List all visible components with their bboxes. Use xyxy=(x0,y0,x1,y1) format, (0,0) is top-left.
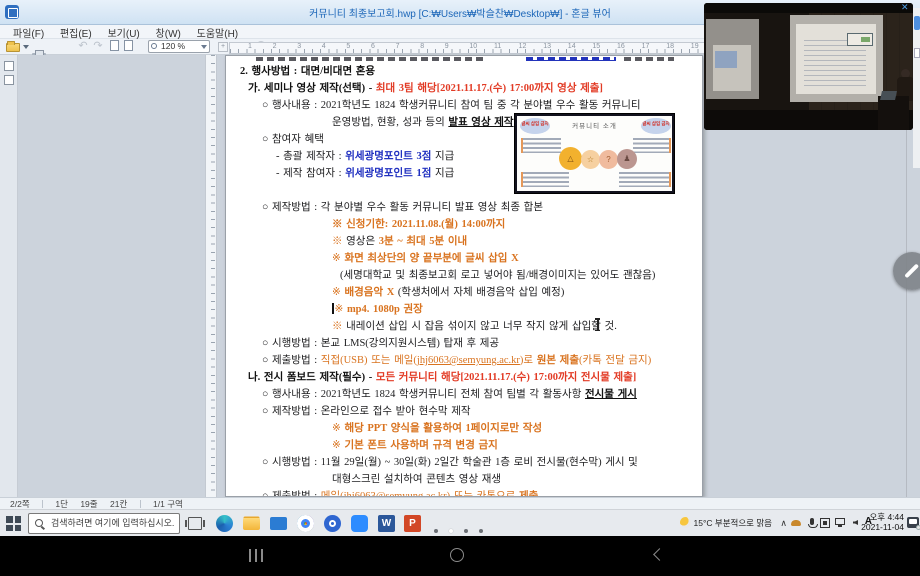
clipped-text-line xyxy=(226,56,703,63)
recents-button[interactable] xyxy=(249,549,265,562)
no-text-stamp-left: 글씨 삽입 금지 xyxy=(520,118,550,134)
doc-line: ○ 제작방법 : 온라인으로 접수 받아 현수막 제작 xyxy=(232,403,702,420)
task-view-icon[interactable] xyxy=(188,517,202,530)
menu-edit[interactable]: 편집(E) xyxy=(60,25,92,40)
mail-icon[interactable] xyxy=(270,517,287,530)
podium xyxy=(878,96,909,130)
text-caret xyxy=(332,303,334,314)
notification-icon[interactable] xyxy=(907,517,919,528)
status-bar: 2/2쪽 1단 19줄 21칸 1/1 구역 xyxy=(0,497,920,509)
projector-screen-center xyxy=(790,15,883,102)
panel-button[interactable] xyxy=(914,48,920,58)
blue-circle-app-icon[interactable] xyxy=(324,515,341,532)
slide-image: 커뮤니티 소개 글씨 삽입 금지 글씨 삽입 금지 △ ☆ ? ♟ xyxy=(514,113,675,194)
menu-window[interactable]: 창(W) xyxy=(156,25,181,40)
zoom-select[interactable]: 120 % xyxy=(148,40,210,53)
doc-line: ○ 행사내용 : 2021학년도 1824 학생커뮤니티 전체 참여 팀별 각 … xyxy=(232,386,702,403)
doc-line: ※ 배경음악 X (학생처에서 자체 배경음악 삽입 예정) xyxy=(232,284,702,301)
onedrive-icon[interactable] xyxy=(791,520,801,526)
doc-line: 가. 세미나 영상 제작(선택) - 최대 3팀 해당[2021.11.17.(… xyxy=(232,80,702,97)
doc-line: ○ 시행방법 : 본교 LMS(강의지원시스템) 탑재 후 제공 xyxy=(232,335,702,352)
doc-line: ※ 영상은 3분 ~ 최대 5분 이내 xyxy=(232,233,702,250)
redo-icon: ↷ xyxy=(91,40,105,53)
search-input[interactable]: 검색하려면 여기에 입력하십시오. xyxy=(28,513,180,534)
doc-line: (세명대학교 및 최종보고회 로고 넣어야 됨/배경이미지는 있어도 괜찮음) xyxy=(232,267,702,284)
slide-circle-3: ? xyxy=(599,150,618,169)
start-button[interactable] xyxy=(6,516,21,531)
panel-divider xyxy=(906,130,907,497)
search-icon xyxy=(35,519,43,527)
weather-widget[interactable]: 15°C 부분적으로 맑음 xyxy=(680,517,772,529)
android-nav-bar xyxy=(0,536,920,576)
page-outline-icon[interactable] xyxy=(124,40,133,51)
capture-icon[interactable] xyxy=(820,518,830,528)
zoom-value: 120 % xyxy=(161,41,185,51)
doc-line: ※ 내레이션 삽입 시 잡음 섞이지 않고 너무 작지 않게 삽입할 것. xyxy=(232,318,702,335)
open-dropdown-icon[interactable] xyxy=(23,45,29,49)
doc-line: ○ 행사내용 : 2021학년도 1824 학생커뮤니티 참여 팀 중 각 분야… xyxy=(232,97,702,114)
ruler-corner-button[interactable]: + xyxy=(218,42,228,52)
home-button[interactable] xyxy=(450,548,464,562)
slide-textblock xyxy=(521,138,561,153)
chrome-icon[interactable] xyxy=(297,515,314,532)
doc-line: 대형스크린 설치하여 콘텐츠 영상 재생 xyxy=(232,471,702,488)
weather-icon xyxy=(680,517,691,528)
no-text-stamp-right: 글씨 삽입 금지 xyxy=(641,118,671,134)
close-icon[interactable]: ✕ xyxy=(901,2,909,13)
doc-line: ※ 신청기한: 2021.11.08.(월) 14:00까지 xyxy=(232,216,702,233)
file-explorer-icon[interactable] xyxy=(243,518,260,530)
doc-line: ※ 해당 PPT 양식을 활용하여 1페이지로만 작성 xyxy=(232,420,702,437)
panel-app-icon[interactable] xyxy=(914,16,920,30)
bookmark-pane-icon[interactable] xyxy=(4,75,14,85)
doc-line: 나. 전시 폼보드 제작(필수) - 모든 커뮤니티 해당[2021.11.17… xyxy=(232,369,702,386)
doc-line: 2. 행사방법 : 대면/비대면 혼용 xyxy=(232,63,702,80)
menu-view[interactable]: 보기(U) xyxy=(107,25,139,40)
zoom-icon[interactable] xyxy=(351,515,368,532)
menu-file[interactable]: 파일(F) xyxy=(13,25,44,40)
doc-line: ○ 제출방법 : 메일(jhj6063@semyung.ac.kr) 또는 카톡… xyxy=(232,488,702,497)
doc-line: ○ 제출방법 : 직접(USB) 또는 메일(jhj6063@semyung.a… xyxy=(232,352,702,369)
tray-expand-icon[interactable]: ∧ xyxy=(780,518,787,529)
doc-line: ※ 기본 폰트 사용하며 규격 변경 금지 xyxy=(232,437,702,454)
projector-screen-left xyxy=(706,19,759,99)
back-button[interactable] xyxy=(653,548,666,561)
zoom-magnifier-icon xyxy=(151,43,157,49)
side-panel-strip xyxy=(913,8,920,168)
desktop: 커뮤니티 최종보고회.hwp [C:₩Users₩박슬찬₩Desktop₩] -… xyxy=(0,0,920,576)
webcam-video-overlay[interactable] xyxy=(704,3,913,130)
zoom-dropdown-icon[interactable] xyxy=(201,45,207,49)
document-page[interactable]: 2. 행사방법 : 대면/비대면 혼용가. 세미나 영상 제작(선택) - 최대… xyxy=(225,55,703,497)
slide-textblock xyxy=(521,172,569,187)
volume-icon[interactable] xyxy=(853,520,858,525)
open-file-icon[interactable] xyxy=(6,43,20,52)
microphone-icon[interactable] xyxy=(810,518,814,525)
mouse-cursor xyxy=(594,318,601,331)
doc-line: ※ 화면 최상단의 양 끝부분에 글씨 삽입 X xyxy=(232,250,702,267)
doc-line: ○ 시행방법 : 11월 29일(월) ~ 30일(화) 2일간 학술관 1층 … xyxy=(232,454,702,471)
thumbnail-pane-icon[interactable] xyxy=(4,61,14,71)
search-placeholder: 검색하려면 여기에 입력하십시오. xyxy=(51,518,174,528)
word-icon[interactable]: W xyxy=(378,515,395,532)
pencil-icon xyxy=(904,264,918,278)
doc-line: ※ mp4. 1080p 권장 xyxy=(232,301,702,318)
slide-circle-2: ☆ xyxy=(581,150,600,169)
page-view-icon[interactable] xyxy=(110,40,119,51)
vertical-ruler xyxy=(205,55,217,497)
clock[interactable]: 오후 4:44 2021-11-04 xyxy=(861,513,904,532)
slide-circle-1: △ xyxy=(559,147,582,170)
tray-date: 2021-11-04 xyxy=(861,523,904,533)
left-sidebar xyxy=(0,55,18,497)
edge-icon[interactable] xyxy=(216,515,233,532)
slide-circle-4: ♟ xyxy=(617,149,637,169)
powerpoint-icon[interactable]: P xyxy=(404,515,421,532)
display-icon[interactable] xyxy=(835,518,845,525)
slide-textblock xyxy=(619,172,671,187)
menu-help[interactable]: 도움말(H) xyxy=(197,25,238,40)
slide-textblock xyxy=(633,138,671,153)
system-tray: 15°C 부분적으로 맑음 ∧ A 오후 4:44 2021-11-04 xyxy=(660,509,920,536)
undo-icon: ↶ xyxy=(76,40,90,53)
doc-line: ○ 제작방법 : 각 분야별 우수 활동 커뮤니티 발표 영상 최종 합본 xyxy=(232,199,702,216)
